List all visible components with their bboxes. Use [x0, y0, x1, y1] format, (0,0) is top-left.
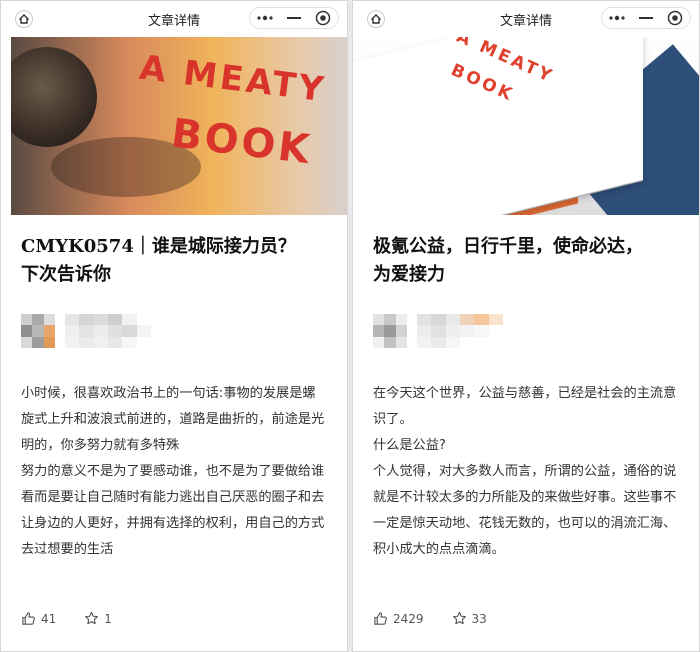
close-target-icon: [668, 10, 683, 26]
close-target-icon: [316, 10, 331, 26]
article-paragraph: 个人觉得，对大多数人而言，所谓的公益，通俗的说就是不计较太多的力所能及的来做些好…: [373, 464, 677, 557]
article-title: CMYK0574｜谁是城际接力员？ 下次告诉你: [21, 233, 327, 289]
window-capsule: [601, 7, 691, 29]
article-title-line1: CMYK0574｜谁是城际接力员？: [21, 236, 296, 257]
thumbs-up-icon: [22, 612, 35, 625]
avatar[interactable]: [373, 314, 407, 348]
author-row[interactable]: [21, 313, 327, 349]
article-title-line2: 下次告诉你: [21, 264, 111, 285]
star-icon: [85, 611, 99, 625]
title-bar: 文章详情: [1, 1, 347, 37]
article-paragraph: 在今天这个世界，公益与慈善，已经是社会的主流意识了。: [373, 386, 677, 427]
article-content: CMYK0574｜谁是城际接力员？ 下次告诉你 小时候，很喜欢政治书上的一句话:…: [1, 215, 347, 563]
article-stats: 41 1: [21, 611, 140, 626]
article-title: 极氪公益，日行千里，使命必达， 为爱接力: [373, 233, 679, 289]
minimize-button[interactable]: [281, 8, 307, 28]
article-paragraph: 小时候，很喜欢政治书上的一句话:事物的发展是螺旋式上升和波浪式前进的，道路是曲折…: [21, 386, 325, 453]
article-body: 小时候，很喜欢政治书上的一句话:事物的发展是螺旋式上升和波浪式前进的，道路是曲折…: [21, 381, 327, 563]
title-bar: 文章详情: [353, 1, 699, 37]
minimize-button[interactable]: [633, 8, 659, 28]
article-title-line2: 为爱接力: [373, 264, 445, 285]
article-paragraph: 什么是公益?: [373, 438, 446, 453]
like-count: 41: [41, 611, 57, 626]
close-button[interactable]: [662, 8, 688, 28]
more-button[interactable]: [604, 8, 630, 28]
thumbs-up-icon: [374, 612, 387, 625]
close-button[interactable]: [310, 8, 336, 28]
more-dots-icon: [257, 15, 273, 21]
window-capsule: [249, 7, 339, 29]
favorite-count: 1: [104, 611, 112, 626]
star-icon: [452, 611, 466, 625]
minimize-icon: [286, 17, 301, 19]
hero-image: A MEATY BOOK: [11, 37, 347, 215]
article-panel-right: 文章详情 A MEATY BOOK 极氪公益，日行千里，使命必达， 为爱接力 在…: [352, 0, 700, 652]
favorite-button[interactable]: 33: [452, 611, 487, 626]
favorite-count: 33: [471, 611, 487, 626]
article-paragraph: 努力的意义不是为了要感动谁，也不是为了要做给谁看而是要让自己随时有能力逃出自己厌…: [21, 464, 325, 557]
article-title-line1: 极氪公益，日行千里，使命必达，: [373, 236, 643, 257]
avatar[interactable]: [21, 314, 55, 348]
article-content: 极氪公益，日行千里，使命必达， 为爱接力 在今天这个世界，公益与慈善，已经是社会…: [353, 215, 699, 563]
author-name-blurred: [65, 314, 151, 348]
author-row[interactable]: [373, 313, 679, 349]
article-stats: 2429 33: [373, 611, 515, 626]
minimize-icon: [638, 17, 653, 19]
favorite-button[interactable]: 1: [84, 611, 112, 626]
article-panel-left: 文章详情 A MEATY BOOK CMYK0574｜谁是城际接力员？ 下次告诉…: [0, 0, 348, 652]
coin-shape: [11, 47, 97, 147]
like-button[interactable]: 2429: [373, 611, 424, 626]
more-button[interactable]: [252, 8, 278, 28]
hero-text-line2: A MEATY: [137, 47, 329, 111]
author-name-blurred: [417, 314, 503, 348]
like-button[interactable]: 41: [21, 611, 56, 626]
like-count: 2429: [393, 611, 424, 626]
article-body: 在今天这个世界，公益与慈善，已经是社会的主流意识了。 什么是公益? 个人觉得，对…: [373, 381, 679, 563]
hero-image: A MEATY BOOK: [353, 37, 699, 215]
more-dots-icon: [609, 15, 625, 21]
